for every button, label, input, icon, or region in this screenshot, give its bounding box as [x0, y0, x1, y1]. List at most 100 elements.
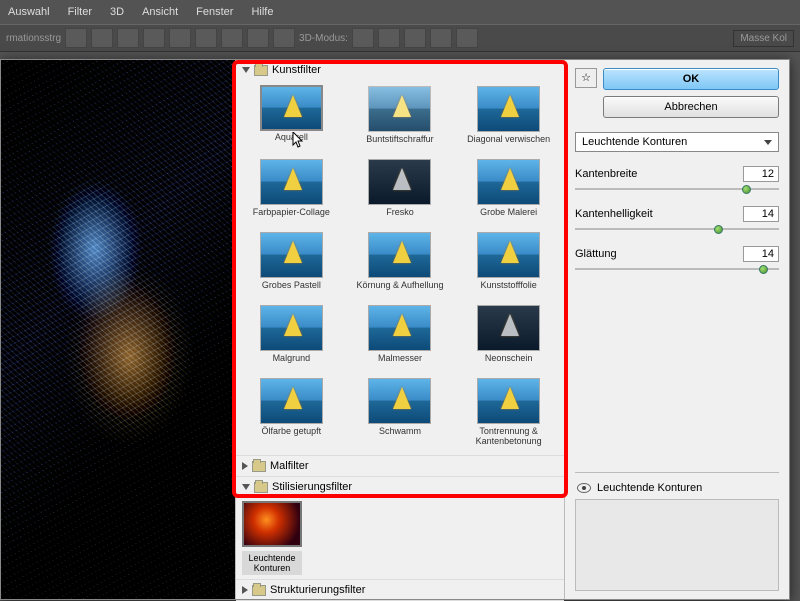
folder-icon: [252, 585, 266, 596]
category-title: Malfilter: [270, 460, 309, 472]
toolbar-icon[interactable]: [352, 28, 374, 48]
filter-list-pane: Kunstfilter Aquarell Buntstiftschraffur …: [235, 60, 565, 599]
toolbar-icon[interactable]: [404, 28, 426, 48]
eye-icon[interactable]: [577, 483, 591, 493]
options-toolbar: rmationsstrg 3D-Modus: Masse Kol: [0, 24, 800, 52]
filter-oelfarbe[interactable]: Ölfarbe getupft: [238, 378, 345, 447]
filter-leuchtende-konturen[interactable]: Leuchtende Konturen: [236, 501, 564, 575]
filter-fresko[interactable]: Fresko: [347, 159, 454, 228]
filter-thumbs-kunstfilter: Aquarell Buntstiftschraffur Diagonal ver…: [236, 80, 564, 455]
filter-label: Buntstiftschraffur: [347, 135, 454, 155]
toolbar-icon[interactable]: [430, 28, 452, 48]
category-kunstfilter: Kunstfilter Aquarell Buntstiftschraffur …: [236, 60, 564, 456]
param-value-input[interactable]: 14: [743, 206, 779, 222]
filter-label: Kunststofffolie: [455, 281, 562, 301]
toolbar-right-panel[interactable]: Masse Kol: [733, 30, 794, 47]
chevron-down-icon: [764, 140, 772, 145]
toolbar-icon[interactable]: [117, 28, 139, 48]
param-kantenbreite: Kantenbreite 12: [575, 166, 779, 192]
filter-malmesser[interactable]: Malmesser: [347, 305, 454, 374]
preview-image: [1, 60, 235, 599]
effect-layer-row[interactable]: Leuchtende Konturen: [575, 479, 779, 497]
param-slider[interactable]: [575, 226, 779, 232]
param-label: Kantenhelligkeit: [575, 208, 653, 220]
effect-layer-name: Leuchtende Konturen: [597, 482, 702, 494]
param-label: Glättung: [575, 248, 617, 260]
filter-aquarell[interactable]: Aquarell: [238, 86, 345, 155]
toolbar-3d-label: 3D-Modus:: [299, 33, 348, 44]
filter-label: Ölfarbe getupft: [238, 427, 345, 447]
filter-grobe-malerei[interactable]: Grobe Malerei: [455, 159, 562, 228]
chevron-right-icon: [242, 462, 248, 470]
filter-schwamm[interactable]: Schwamm: [347, 378, 454, 447]
filter-malgrund[interactable]: Malgrund: [238, 305, 345, 374]
menu-3d[interactable]: 3D: [110, 6, 124, 18]
menu-filter[interactable]: Filter: [68, 6, 92, 18]
toolbar-icon[interactable]: [195, 28, 217, 48]
filter-farbpapier[interactable]: Farbpapier-Collage: [238, 159, 345, 228]
filter-tontrennung[interactable]: Tontrennung & Kantenbetonung: [455, 378, 562, 447]
filter-label: Neonschein: [455, 354, 562, 374]
category-header-kunstfilter[interactable]: Kunstfilter: [236, 60, 564, 80]
preview-pane[interactable]: [1, 60, 235, 599]
filter-label: Grobes Pastell: [238, 281, 345, 301]
toolbar-icon[interactable]: [143, 28, 165, 48]
filter-label: Farbpapier-Collage: [238, 208, 345, 228]
toolbar-icon[interactable]: [91, 28, 113, 48]
expand-button[interactable]: ☆: [575, 68, 597, 88]
filter-label: Malgrund: [238, 354, 345, 374]
category-header-strukturierungsfilter[interactable]: Strukturierungsfilter: [236, 580, 564, 600]
param-slider[interactable]: [575, 266, 779, 272]
folder-icon: [254, 482, 268, 493]
filter-label: Schwamm: [347, 427, 454, 447]
toolbar-icon[interactable]: [378, 28, 400, 48]
filter-gallery-dialog: Kunstfilter Aquarell Buntstiftschraffur …: [0, 59, 790, 600]
filter-label: Fresko: [347, 208, 454, 228]
filter-dropdown[interactable]: Leuchtende Konturen: [575, 132, 779, 152]
filter-label: Aquarell: [238, 133, 345, 153]
filter-kunststoff[interactable]: Kunststofffolie: [455, 232, 562, 301]
filter-label: Malmesser: [347, 354, 454, 374]
menu-ansicht[interactable]: Ansicht: [142, 6, 178, 18]
toolbar-left-label: rmationsstrg: [6, 33, 61, 44]
category-stilisierungsfilter: Stilisierungsfilter Leuchtende Konturen: [236, 477, 564, 580]
filter-grobes-pastell[interactable]: Grobes Pastell: [238, 232, 345, 301]
toolbar-icon[interactable]: [169, 28, 191, 48]
toolbar-icon[interactable]: [65, 28, 87, 48]
filter-diagonal[interactable]: Diagonal verwischen: [455, 86, 562, 155]
chevron-down-icon: [242, 67, 250, 73]
toolbar-icon[interactable]: [456, 28, 478, 48]
category-header-malfilter[interactable]: Malfilter: [236, 456, 564, 476]
toolbar-icon[interactable]: [221, 28, 243, 48]
filter-buntstift[interactable]: Buntstiftschraffur: [347, 86, 454, 155]
chevron-down-icon: [242, 484, 250, 490]
toolbar-icon[interactable]: [247, 28, 269, 48]
param-value-input[interactable]: 14: [743, 246, 779, 262]
folder-icon: [252, 461, 266, 472]
ok-button[interactable]: OK: [603, 68, 779, 90]
category-header-stilisierungsfilter[interactable]: Stilisierungsfilter: [236, 477, 564, 497]
param-value-input[interactable]: 12: [743, 166, 779, 182]
filter-label: Diagonal verwischen: [455, 135, 562, 155]
filter-label: Tontrennung & Kantenbetonung: [455, 427, 562, 447]
menu-hilfe[interactable]: Hilfe: [251, 6, 273, 18]
category-title: Strukturierungsfilter: [270, 584, 365, 596]
menu-auswahl[interactable]: Auswahl: [8, 6, 50, 18]
category-strukturierungsfilter: Strukturierungsfilter: [236, 580, 564, 601]
param-slider[interactable]: [575, 186, 779, 192]
folder-icon: [254, 65, 268, 76]
filter-koernung[interactable]: Körnung & Aufhellung: [347, 232, 454, 301]
category-malfilter: Malfilter: [236, 456, 564, 477]
filter-neonschein[interactable]: Neonschein: [455, 305, 562, 374]
menu-fenster[interactable]: Fenster: [196, 6, 233, 18]
chevron-right-icon: [242, 586, 248, 594]
app-menubar: Auswahl Filter 3D Ansicht Fenster Hilfe: [0, 0, 800, 24]
cancel-button[interactable]: Abbrechen: [603, 96, 779, 118]
effect-layers-body: [575, 499, 779, 591]
filter-label: Grobe Malerei: [455, 208, 562, 228]
param-kantenhelligkeit: Kantenhelligkeit 14: [575, 206, 779, 232]
toolbar-icon[interactable]: [273, 28, 295, 48]
filter-label: Leuchtende Konturen: [242, 551, 302, 575]
filter-label: Körnung & Aufhellung: [347, 281, 454, 301]
param-label: Kantenbreite: [575, 168, 637, 180]
